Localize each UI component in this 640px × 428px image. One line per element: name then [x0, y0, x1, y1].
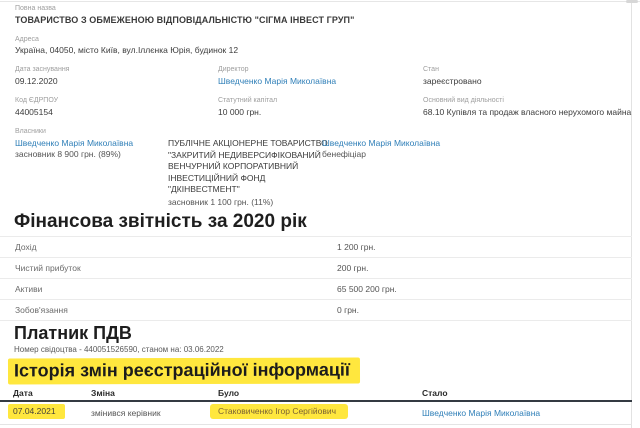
director-link[interactable]: Шведченко Марія Миколаївна	[218, 76, 336, 86]
owner-name: ПУБЛІЧНЕ АКЦІОНЕРНЕ ТОВАРИСТВО "ЗАКРИТИЙ…	[168, 138, 336, 196]
founded-label: Дата заснування	[15, 66, 69, 73]
status-value: зареєстровано	[423, 76, 482, 86]
divider	[0, 424, 632, 425]
edrpou-code: 44005154	[15, 107, 53, 117]
company-profile-page: Повна назва ТОВАРИСТВО З ОБМЕЖЕНОЮ ВІДПО…	[0, 0, 632, 428]
owner-item: Шведченко Марія Миколаївна засновник 8 9…	[15, 138, 165, 161]
activity-value: 68.10 Купівля та продаж власного нерухом…	[423, 107, 631, 117]
history-row-became-link[interactable]: Шведченко Марія Миколаївна	[422, 408, 540, 418]
vat-title: Платник ПДВ	[14, 323, 132, 344]
history-row-was: Стаковиченко Ігор Сергійович	[210, 406, 348, 416]
director-label: Директор	[218, 66, 249, 73]
fin-row-label: Чистий прибуток	[15, 258, 81, 279]
fin-row-label: Дохід	[15, 237, 37, 258]
activity-label: Основний вид діяльності	[423, 97, 504, 104]
owner-name-link[interactable]: Шведченко Марія Миколаївна	[322, 138, 492, 148]
history-row-date: 07.04.2021	[8, 406, 65, 416]
table-row: Зобов'язання 0 грн.	[0, 299, 632, 321]
capital-value: 10 000 грн.	[218, 107, 261, 117]
owner-role: засновник 1 100 грн. (11%)	[168, 197, 336, 209]
edrpou-label: Код ЄДРПОУ	[15, 97, 58, 104]
owner-name-link[interactable]: Шведченко Марія Миколаївна	[15, 138, 165, 148]
scrollbar-thumb[interactable]	[626, 0, 638, 3]
capital-label: Статутний капітал	[218, 97, 277, 104]
financials-title: Фінансова звітність за 2020 рік	[14, 211, 307, 233]
fin-row-value: 1 200 грн.	[337, 237, 376, 258]
history-col-change: Зміна	[91, 388, 115, 398]
owner-item: Шведченко Марія Миколаївна бенефіціар	[322, 138, 492, 161]
fin-row-value: 65 500 200 грн.	[337, 279, 397, 300]
history-title-highlight: Історія змін реєстраційної інформації	[8, 358, 360, 384]
history-row-change: змінився керівник	[91, 408, 161, 418]
history-col-became: Стало	[422, 388, 448, 398]
owner-item: ПУБЛІЧНЕ АКЦІОНЕРНЕ ТОВАРИСТВО "ЗАКРИТИЙ…	[168, 138, 336, 208]
history-col-date: Дата	[13, 388, 33, 398]
full-name-label: Повна назва	[15, 5, 56, 12]
owner-role: бенефіціар	[322, 149, 492, 161]
founded-date: 09.12.2020	[15, 76, 58, 86]
table-header-rule	[0, 400, 632, 402]
date-highlight: 07.04.2021	[8, 404, 65, 419]
owners-label: Власники	[15, 128, 46, 135]
fin-row-value: 0 грн.	[337, 300, 359, 321]
owner-role: засновник 8 900 грн. (89%)	[15, 149, 165, 161]
address-label: Адреса	[15, 36, 39, 43]
table-row: Активи 65 500 200 грн.	[0, 278, 632, 300]
company-full-name: ТОВАРИСТВО З ОБМЕЖЕНОЮ ВІДПОВІДАЛЬНІСТЮ …	[15, 15, 354, 25]
fin-row-label: Активи	[15, 279, 42, 300]
history-col-was: Було	[218, 388, 239, 398]
history-title: Історія змін реєстраційної інформації	[8, 358, 360, 385]
divider	[0, 320, 632, 321]
status-label: Стан	[423, 66, 439, 73]
fin-row-label: Зобов'язання	[15, 300, 68, 321]
fin-row-value: 200 грн.	[337, 258, 368, 279]
was-highlight: Стаковиченко Ігор Сергійович	[210, 404, 348, 419]
vat-details: Номер свідоцтва - 440051526590, станом н…	[14, 345, 224, 354]
top-border	[0, 1, 640, 2]
company-address: Україна, 04050, місто Київ, вул.Іллєнка …	[15, 45, 238, 55]
table-row: Дохід 1 200 грн.	[0, 236, 632, 258]
table-row: Чистий прибуток 200 грн.	[0, 257, 632, 279]
